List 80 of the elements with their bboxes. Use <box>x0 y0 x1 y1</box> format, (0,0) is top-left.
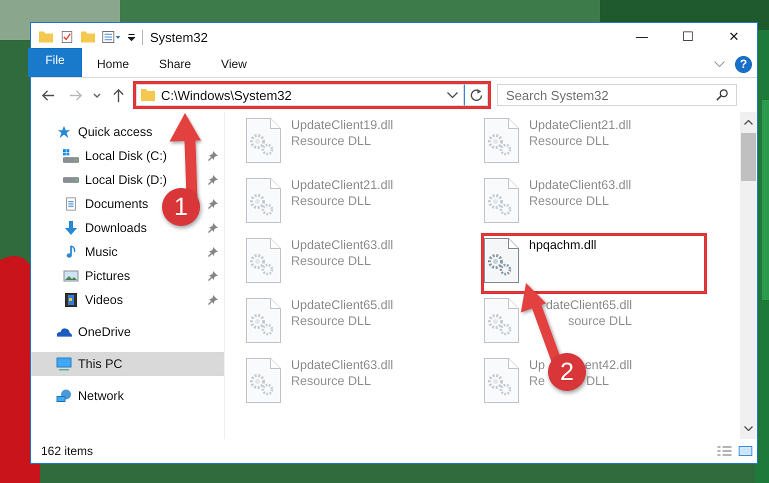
nav-item[interactable]: Videos <box>85 293 123 307</box>
file-name: UpdateClient19.dll <box>291 118 394 132</box>
dll-file-icon[interactable] <box>484 118 519 163</box>
caret-icon[interactable] <box>128 34 135 40</box>
ribbon-tab[interactable]: View <box>206 51 262 77</box>
properties-icon[interactable] <box>102 31 121 43</box>
help-button[interactable]: ? <box>735 56 752 72</box>
nav-item[interactable]: Downloads <box>85 221 147 235</box>
nav-item[interactable]: Pictures <box>85 269 130 283</box>
file-name: UpdateClient63.dll <box>291 238 394 252</box>
nav-item[interactable]: Quick access <box>78 125 152 139</box>
download-icon <box>63 221 79 235</box>
file-name: hpqachm.dll <box>529 238 596 252</box>
chevron-icon[interactable] <box>447 92 458 98</box>
file-type: Resource DLL <box>291 374 371 388</box>
drive-icon <box>63 177 79 183</box>
nav-item[interactable]: Network <box>78 389 124 403</box>
ribbon-tab[interactable]: Home <box>82 51 144 77</box>
file-name: UpdateClient21.dll <box>529 118 632 132</box>
nav-item[interactable]: Local Disk (D:) <box>85 173 167 187</box>
dll-file-icon[interactable] <box>484 178 519 223</box>
film-icon <box>63 293 79 307</box>
dll-file-icon[interactable] <box>484 358 519 403</box>
dll-file-icon[interactable] <box>246 358 281 403</box>
file-type: Resource DLL <box>291 254 371 268</box>
tiles-view-icon[interactable] <box>738 446 753 456</box>
address-bar[interactable]: C:\Windows\System32 <box>136 84 464 106</box>
drive-icon <box>63 149 79 163</box>
search-field[interactable]: Search System32 <box>497 84 737 106</box>
file-name: Up <box>529 358 545 372</box>
checklist-icon[interactable] <box>60 31 74 43</box>
address-path: C:\Windows\System32 <box>161 88 293 102</box>
ribbon-tab[interactable]: Share <box>144 51 206 77</box>
dll-file-icon[interactable] <box>484 238 519 283</box>
computer-icon <box>56 357 72 371</box>
nav-item[interactable]: Music <box>85 245 118 259</box>
file-name: UpdateClient63.dll <box>291 358 394 372</box>
nav-item[interactable]: OneDrive <box>78 325 131 339</box>
file-type: Resource DLL <box>529 194 609 208</box>
dll-file-icon[interactable] <box>246 118 281 163</box>
close-button[interactable]: ✕ <box>711 23 757 51</box>
dll-file-icon[interactable] <box>246 298 281 343</box>
file-type: source DLL <box>568 314 632 328</box>
network-icon <box>56 389 72 403</box>
maximize-button[interactable]: ☐ <box>665 23 711 51</box>
file-name: UpdateClient63.dll <box>529 178 632 192</box>
dll-file-icon[interactable] <box>246 178 281 223</box>
scrollbar-thumb[interactable] <box>741 133 756 181</box>
dll-file-icon[interactable] <box>484 298 519 343</box>
details-view-icon[interactable] <box>717 446 732 456</box>
picture-icon <box>63 269 79 283</box>
nav-item[interactable]: Local Disk (C:) <box>85 149 167 163</box>
file-type: Resource DLL <box>291 134 371 148</box>
document-icon <box>63 197 79 211</box>
file-type: Re <box>529 374 545 388</box>
up-arrow-icon[interactable] <box>111 88 126 102</box>
scroll-down-icon[interactable] <box>744 426 753 431</box>
refresh-button[interactable] <box>464 84 488 106</box>
minimize-button[interactable]: — <box>619 23 665 51</box>
item-count: 162 items <box>41 444 94 458</box>
nav-item[interactable]: Documents <box>85 197 148 211</box>
nav-item[interactable]: This PC <box>78 357 122 371</box>
file-type: Resource DLL <box>529 134 609 148</box>
file-name: UpdateClient65.dll <box>291 298 394 312</box>
search-icon <box>716 89 728 101</box>
refresh-icon <box>470 89 482 101</box>
star-icon <box>56 125 72 139</box>
dll-file-icon[interactable] <box>246 238 281 283</box>
forward-icon[interactable] <box>68 88 83 102</box>
file-name: dateClient65.dll <box>546 298 632 312</box>
file-tab[interactable]: File <box>28 48 82 77</box>
file-type: Resource DLL <box>291 314 371 328</box>
window-title: System32 <box>150 30 208 44</box>
file-type: Resource DLL <box>291 194 371 208</box>
file-name: UpdateClient21.dll <box>291 178 394 192</box>
file-type: DLL <box>586 374 609 388</box>
file-name: ent42.dll <box>584 358 632 372</box>
back-icon[interactable] <box>41 88 56 102</box>
scroll-up-icon[interactable] <box>744 120 753 125</box>
folder-icon <box>141 89 155 101</box>
